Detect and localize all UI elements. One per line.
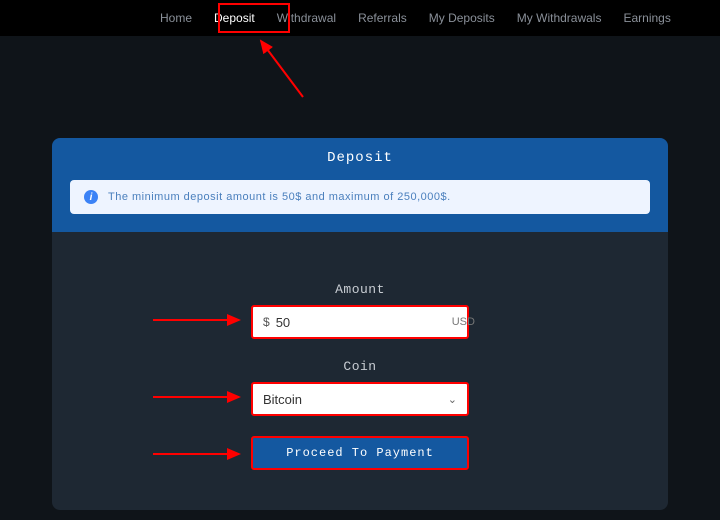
amount-label: Amount	[251, 282, 469, 297]
chevron-down-icon: ⌄	[448, 393, 457, 406]
annotation-arrow-nav	[255, 35, 315, 110]
info-icon: i	[84, 190, 98, 204]
annotation-arrow-amount	[151, 312, 246, 328]
nav-my-deposits[interactable]: My Deposits	[429, 11, 495, 25]
nav-deposit[interactable]: Deposit	[214, 11, 255, 25]
nav-home[interactable]: Home	[160, 11, 192, 25]
annotation-arrow-button	[151, 446, 246, 462]
currency-suffix: USD	[452, 316, 475, 328]
card-title: Deposit	[70, 150, 650, 166]
card-header: Deposit i The minimum deposit amount is …	[52, 138, 668, 232]
info-bar: i The minimum deposit amount is 50$ and …	[70, 180, 650, 214]
button-wrap: Proceed To Payment	[251, 436, 469, 470]
deposit-card: Deposit i The minimum deposit amount is …	[52, 138, 668, 510]
currency-prefix: $	[263, 315, 270, 329]
proceed-button[interactable]: Proceed To Payment	[251, 436, 469, 470]
coin-group: Coin Bitcoin ⌄	[251, 359, 469, 416]
nav-referrals[interactable]: Referrals	[358, 11, 407, 25]
annotation-arrow-coin	[151, 389, 246, 405]
amount-group: Amount $ USD	[251, 282, 469, 339]
amount-input[interactable]	[276, 315, 452, 330]
info-text: The minimum deposit amount is 50$ and ma…	[108, 191, 451, 203]
card-body: Amount $ USD Coin Bitcoin ⌄	[52, 232, 668, 510]
nav-earnings[interactable]: Earnings	[623, 11, 670, 25]
nav-my-withdrawals[interactable]: My Withdrawals	[517, 11, 602, 25]
coin-label: Coin	[251, 359, 469, 374]
coin-value: Bitcoin	[263, 392, 302, 407]
nav-withdrawal[interactable]: Withdrawal	[277, 11, 336, 25]
coin-select[interactable]: Bitcoin ⌄	[251, 382, 469, 416]
top-nav: Home Deposit Withdrawal Referrals My Dep…	[0, 0, 720, 36]
amount-input-wrap[interactable]: $ USD	[251, 305, 469, 339]
